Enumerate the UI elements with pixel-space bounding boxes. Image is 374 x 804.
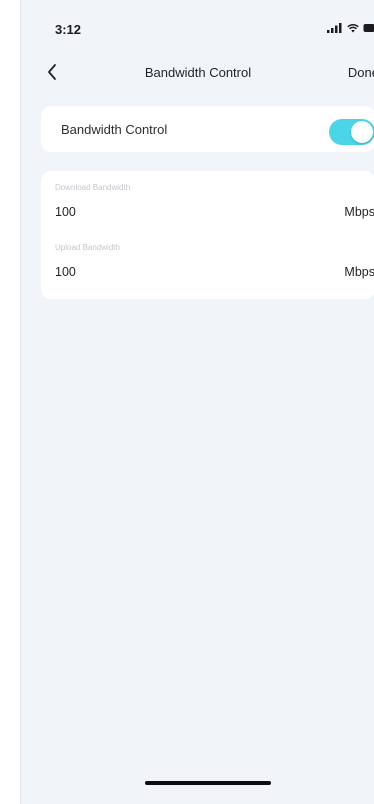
download-bandwidth-label: Download Bandwidth: [55, 183, 131, 192]
bandwidth-settings-card: Download Bandwidth 100 Mbps Upload Bandw…: [41, 171, 374, 299]
upload-bandwidth-field[interactable]: Upload Bandwidth 100 Mbps: [41, 239, 374, 291]
home-indicator: [145, 781, 271, 785]
battery-icon: [363, 23, 374, 33]
download-bandwidth-field[interactable]: Download Bandwidth 100 Mbps: [41, 179, 374, 231]
status-time: 3:12: [55, 22, 82, 37]
download-bandwidth-unit: Mbps: [344, 205, 374, 219]
screen: 3:12 Bandwidth Control Don Bandwidth Con…: [20, 0, 374, 804]
status-icons: [327, 23, 374, 33]
bandwidth-control-label: Bandwidth Control: [61, 122, 168, 137]
status-bar: 3:12: [21, 0, 374, 44]
upload-bandwidth-input[interactable]: 100: [55, 265, 76, 279]
toggle-knob: [351, 121, 373, 143]
page-title: Bandwidth Control: [144, 65, 252, 80]
upload-bandwidth-label: Upload Bandwidth: [55, 243, 120, 252]
nav-bar: Bandwidth Control Done: [21, 52, 374, 92]
signal-icon: [327, 23, 343, 33]
done-button[interactable]: Done: [348, 65, 374, 80]
upload-bandwidth-unit: Mbps: [344, 265, 374, 279]
bandwidth-control-card: Bandwidth Control: [41, 106, 374, 152]
bandwidth-control-toggle[interactable]: [329, 119, 374, 145]
download-bandwidth-input[interactable]: 100: [55, 205, 76, 219]
wifi-icon: [347, 23, 359, 33]
